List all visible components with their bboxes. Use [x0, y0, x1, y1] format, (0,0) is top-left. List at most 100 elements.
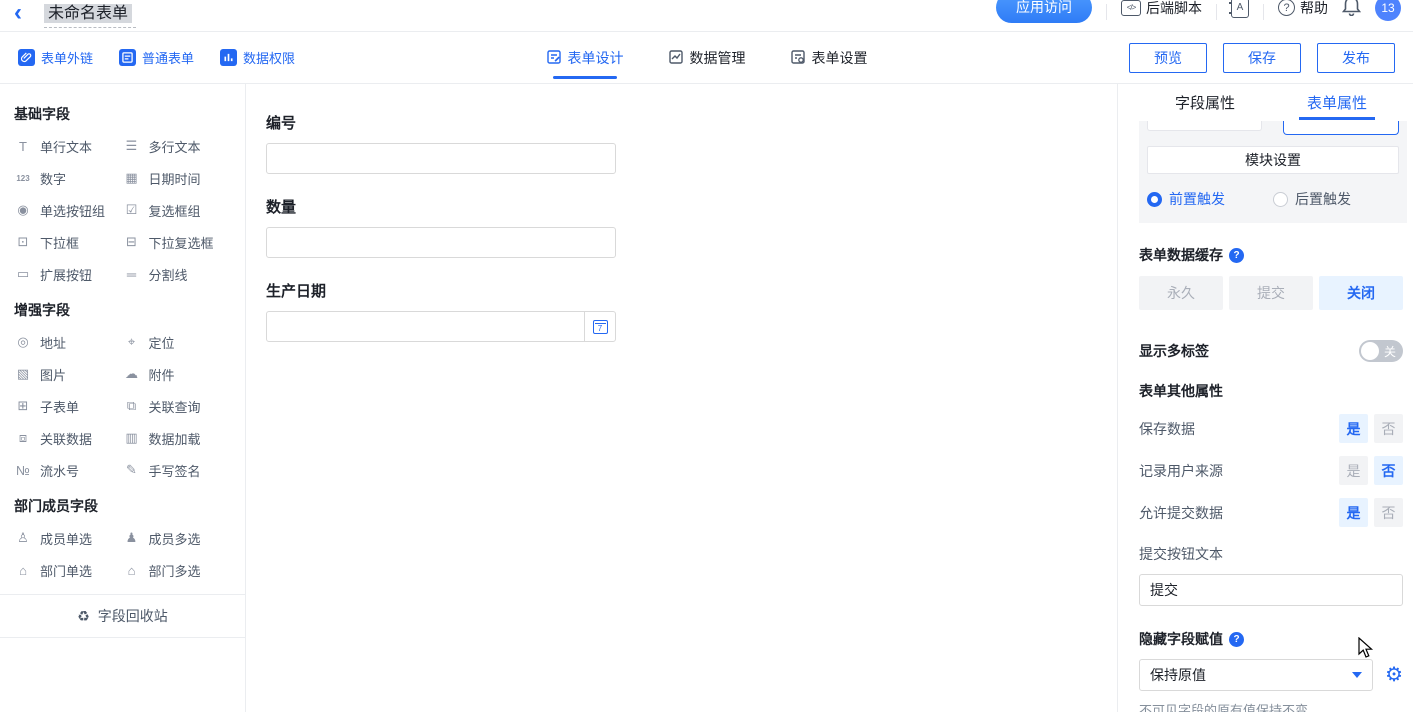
- tab-表单设置[interactable]: 表单设置: [790, 32, 868, 84]
- palette-field-label: 成员多选: [149, 529, 201, 548]
- multi-tag-toggle[interactable]: 关: [1359, 340, 1403, 362]
- palette-field-部门单选[interactable]: ⌂部门单选: [14, 554, 123, 586]
- palette-field-下拉框[interactable]: ⊡下拉框: [14, 226, 123, 258]
- hidden-field-select[interactable]: 保持原值: [1139, 659, 1373, 691]
- radio-前置触发[interactable]: 前置触发: [1147, 189, 1273, 209]
- input-value: [267, 144, 615, 173]
- submit-text-input[interactable]: [1139, 574, 1403, 606]
- hidden-field-title: 隐藏字段赋值: [1139, 629, 1223, 649]
- document-icon: [119, 49, 136, 66]
- field-recycle-bin-button[interactable]: ♻ 字段回收站: [0, 594, 245, 638]
- select-icon: ⊡: [14, 234, 32, 250]
- divider: [1106, 4, 1107, 20]
- help-button[interactable]: ? 帮助: [1278, 0, 1328, 18]
- cache-section-title: 表单数据缓存 ?: [1139, 245, 1403, 265]
- other-props-title: 表单其他属性: [1139, 381, 1403, 401]
- section-grid: ◎地址⌖定位▧图片☁附件⊞子表单⧉关联查询⧈关联数据▥数据加载№流水号✎手写签名: [14, 326, 231, 486]
- palette-field-成员单选[interactable]: ♙成员单选: [14, 522, 123, 554]
- palette-field-下拉复选框[interactable]: ⊟下拉复选框: [123, 226, 232, 258]
- tab-表单设计[interactable]: 表单设计: [546, 32, 624, 84]
- action-button-保存[interactable]: 保存: [1223, 43, 1301, 73]
- prop-row-label: 保存数据: [1139, 419, 1195, 439]
- panel-tab-字段属性[interactable]: 字段属性: [1139, 84, 1271, 120]
- palette-field-复选框组[interactable]: ☑复选框组: [123, 194, 232, 226]
- prop-row-记录用户来源: 记录用户来源是否: [1139, 456, 1403, 485]
- dept-single-icon: ⌂: [14, 563, 32, 578]
- palette-field-流水号[interactable]: №流水号: [14, 454, 123, 486]
- palette-field-地址[interactable]: ◎地址: [14, 326, 123, 358]
- palette-field-日期时间[interactable]: ▦日期时间: [123, 162, 232, 194]
- option-是[interactable]: 是: [1339, 414, 1368, 443]
- toolbar-item-label: 普通表单: [142, 48, 194, 67]
- notification-bell-button[interactable]: [1342, 0, 1361, 21]
- app-access-button[interactable]: 应用访问: [996, 0, 1092, 23]
- canvas-field-生产日期[interactable]: 生产日期7: [266, 280, 616, 342]
- palette-field-附件[interactable]: ☁附件: [123, 358, 232, 390]
- panel-tab-表单属性[interactable]: 表单属性: [1271, 84, 1403, 120]
- option-否[interactable]: 否: [1374, 414, 1403, 443]
- action-button-预览[interactable]: 预览: [1129, 43, 1207, 73]
- single-line-text-icon: T: [14, 139, 32, 154]
- canvas-field-label: 编号: [266, 112, 616, 133]
- form-title-wrap[interactable]: 未命名表单: [44, 0, 136, 28]
- canvas-field-input[interactable]: [266, 143, 616, 174]
- member-multi-icon: ♟: [123, 530, 141, 546]
- canvas-field-input[interactable]: 7: [266, 311, 616, 342]
- palette-field-定位[interactable]: ⌖定位: [123, 326, 232, 358]
- palette-field-关联数据[interactable]: ⧈关联数据: [14, 422, 123, 454]
- palette-field-数据加载[interactable]: ▥数据加载: [123, 422, 232, 454]
- palette-field-手写签名[interactable]: ✎手写签名: [123, 454, 232, 486]
- canvas-field-input[interactable]: [266, 227, 616, 258]
- avatar[interactable]: 13: [1375, 0, 1401, 21]
- toolbar-item-数据权限[interactable]: 数据权限: [220, 48, 295, 67]
- palette-field-label: 复选框组: [149, 201, 201, 220]
- palette-field-图片[interactable]: ▧图片: [14, 358, 123, 390]
- option-是[interactable]: 是: [1339, 456, 1368, 485]
- multi-tag-label: 显示多标签: [1139, 341, 1209, 361]
- help-circle-icon[interactable]: ?: [1229, 632, 1244, 647]
- form-title[interactable]: 未命名表单: [44, 4, 132, 23]
- palette-field-数字[interactable]: 123数字: [14, 162, 123, 194]
- cache-option-永久[interactable]: 永久: [1139, 276, 1223, 310]
- date-suffix-button[interactable]: 7: [584, 312, 615, 341]
- option-是[interactable]: 是: [1339, 498, 1368, 527]
- toolbar-item-普通表单[interactable]: 普通表单: [119, 48, 194, 67]
- palette-field-单行文本[interactable]: T单行文本: [14, 130, 123, 162]
- option-否[interactable]: 否: [1374, 498, 1403, 527]
- toolbar-item-表单外链[interactable]: 表单外链: [18, 48, 93, 67]
- action-button-发布[interactable]: 发布: [1317, 43, 1395, 73]
- properties-panel: 字段属性表单属性 模块设置 前置触发后置触发 表单数据缓存 ? 永久提交关闭 显…: [1118, 84, 1413, 712]
- palette-field-关联查询[interactable]: ⧉关联查询: [123, 390, 232, 422]
- palette-field-单选按钮组[interactable]: ◉单选按钮组: [14, 194, 123, 226]
- cache-option-提交[interactable]: 提交: [1229, 276, 1313, 310]
- radio-circle-icon: [1147, 192, 1162, 207]
- cache-option-关闭[interactable]: 关闭: [1319, 276, 1403, 310]
- palette-field-成员多选[interactable]: ♟ 成员多选: [123, 522, 232, 554]
- datetime-icon: ▦: [123, 170, 141, 186]
- palette-field-扩展按钮[interactable]: ▭扩展按钮: [14, 258, 123, 290]
- palette-field-分割线[interactable]: ═分割线: [123, 258, 232, 290]
- form-canvas[interactable]: 编号数量生产日期7: [246, 84, 1118, 712]
- hidden-field-row: 保持原值 ⚙: [1139, 659, 1403, 691]
- backend-script-button[interactable]: </> 后端脚本: [1121, 0, 1202, 18]
- prop-row-保存数据: 保存数据 是否: [1139, 414, 1403, 443]
- image-icon: ▧: [14, 366, 32, 382]
- canvas-field-数量[interactable]: 数量: [266, 196, 616, 258]
- calendar-icon: 7: [593, 320, 608, 334]
- option-否[interactable]: 否: [1374, 456, 1403, 485]
- back-button[interactable]: ‹: [14, 3, 22, 23]
- palette-field-部门多选[interactable]: ⌂部门多选: [123, 554, 232, 586]
- radio-后置触发[interactable]: 后置触发: [1273, 189, 1399, 209]
- hidden-field-value: 保持原值: [1150, 665, 1206, 685]
- address-book-icon[interactable]: A: [1231, 0, 1249, 18]
- hidden-field-note: 不可见字段的原有值保持不变: [1139, 700, 1403, 712]
- palette-field-子表单[interactable]: ⊞子表单: [14, 390, 123, 422]
- tab-数据管理[interactable]: 数据管理: [668, 32, 746, 84]
- palette-field-多行文本[interactable]: ☰多行文本: [123, 130, 232, 162]
- help-circle-icon[interactable]: ?: [1229, 248, 1244, 263]
- palette-field-label: 成员单选: [40, 529, 92, 548]
- gear-icon[interactable]: ⚙: [1385, 665, 1403, 685]
- number-icon: 123: [14, 174, 32, 183]
- module-settings-button[interactable]: 模块设置: [1147, 146, 1399, 174]
- canvas-field-编号[interactable]: 编号: [266, 112, 616, 174]
